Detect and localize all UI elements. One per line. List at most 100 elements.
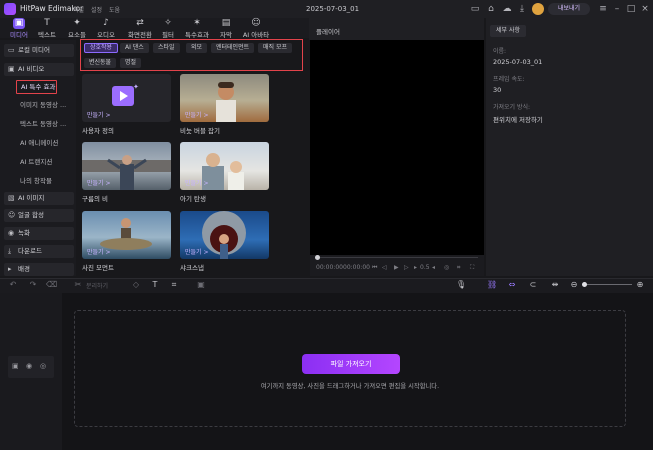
category-chip[interactable]: 상호작용 <box>84 43 119 53</box>
zoom-in-icon[interactable]: ⊕ <box>635 280 645 290</box>
mic-icon[interactable]: 🎙 <box>456 280 466 290</box>
undo-icon[interactable]: ↶ <box>8 280 18 290</box>
marker-icon[interactable]: ◇ <box>131 280 141 290</box>
feedback-icon[interactable]: ▭ <box>469 3 481 15</box>
crop-icon[interactable]: ⌗ <box>457 264 460 272</box>
zoom-out-icon[interactable]: ⊖ <box>569 280 579 290</box>
prev-frame-icon[interactable]: ⏮ <box>372 264 377 272</box>
tab-audio[interactable]: ♪ 오디오 <box>91 18 121 39</box>
snapshot-icon[interactable]: ◎ <box>444 264 449 271</box>
category-chip[interactable]: 엔터테인먼트 <box>211 43 255 53</box>
name-label: 이름: <box>493 48 507 55</box>
split-label[interactable]: 분리하기 <box>86 281 108 290</box>
snap-icon[interactable]: ⇔ <box>507 280 517 290</box>
effect-card-title: 사용자 정의 <box>82 127 114 135</box>
sidebar-item-ai-image[interactable]: ▧ AI 이미지 <box>4 192 74 205</box>
menu-help[interactable]: 도움 <box>109 5 120 14</box>
sidebar-sub-ai-effects[interactable]: AI 특수 효과 <box>16 80 57 94</box>
effect-card-title: 구름의 비 <box>82 195 108 203</box>
menu-settings[interactable]: 설정 <box>91 5 102 14</box>
effect-card-bubble[interactable]: 만들기 > <box>180 74 269 122</box>
export-button[interactable]: 내보내기 <box>548 3 590 15</box>
redo-icon[interactable]: ↷ <box>28 280 38 290</box>
text-icon: T <box>44 18 50 28</box>
effect-card-custom[interactable]: ✦ 만들기 > <box>82 74 171 122</box>
category-chip[interactable]: 명절 <box>120 58 142 68</box>
tab-ai-avatar[interactable]: ☺ AI 아바타 <box>238 18 274 39</box>
effect-card-cloud-rain[interactable]: 만들기 > <box>82 142 171 190</box>
speed-value[interactable]: 0.5 <box>420 264 430 271</box>
category-chip[interactable]: AI 댄스 <box>120 43 149 53</box>
category-chip[interactable]: 변신동물 <box>84 58 117 68</box>
folder-icon: ▭ <box>8 46 15 54</box>
text-tool-icon[interactable]: T <box>150 280 160 290</box>
document-title: 2025-07-03_01 <box>306 5 360 13</box>
menu-file[interactable]: 파일 <box>73 5 84 14</box>
cloud-icon[interactable]: ☁ <box>501 3 513 15</box>
sidebar-item-ai-video[interactable]: ▣ AI 비디오 <box>4 63 74 76</box>
crop-tool-icon[interactable]: ⌗ <box>169 280 179 290</box>
minimize-icon[interactable]: – <box>611 3 623 15</box>
magnet-icon[interactable]: ⊂ <box>528 280 538 290</box>
play-icon[interactable]: ▶ <box>394 264 399 271</box>
gift-icon[interactable]: ⌂ <box>485 3 497 15</box>
sidebar-item-face-swap[interactable]: ☺ 얼굴 합성 <box>4 209 74 222</box>
sidebar-sub-my-creations[interactable]: 나의 창작물 <box>16 175 52 188</box>
maximize-icon[interactable]: □ <box>625 3 637 15</box>
sidebar-item-download[interactable]: ⤓ 다운로드 <box>4 245 74 258</box>
record-icon: ◉ <box>8 229 15 237</box>
player-title: 플레이어 <box>316 28 340 36</box>
zoom-slider-handle[interactable] <box>582 282 587 287</box>
download-icon[interactable]: ⤓ <box>516 3 528 15</box>
speed-icon[interactable]: ▸ <box>414 264 417 271</box>
fit-icon[interactable]: ⇹ <box>550 280 560 290</box>
sidebar-sub-image-video[interactable]: 이미지 동영상 ... <box>16 99 66 112</box>
tab-text[interactable]: T 텍스트 <box>32 18 62 39</box>
playback-progress[interactable] <box>318 257 478 258</box>
sidebar-item-record[interactable]: ◉ 녹화 <box>4 227 74 240</box>
tab-media[interactable]: ▣ 미디어 <box>4 18 34 39</box>
sidebar-sub-text-video[interactable]: 텍스트 동영상 ... <box>16 118 66 131</box>
sidebar-item-local-media[interactable]: ▭ 로컬 미디어 <box>4 44 74 57</box>
tab-details[interactable]: 세부 사항 <box>490 25 526 37</box>
track-video-icon[interactable]: ▣ <box>12 362 19 370</box>
track-visibility-icon[interactable]: ◎ <box>40 362 46 370</box>
sidebar-sub-ai-transition[interactable]: AI 트랜지션 <box>16 156 52 169</box>
effect-card-shark-snap[interactable]: 만들기 > <box>180 211 269 259</box>
chevron-right-icon: ▸ <box>8 265 12 273</box>
link-icon[interactable]: ⛓ <box>487 280 497 290</box>
drop-hint: 여기까지 동영상, 사진을 드래그하거나 가져오면 편집을 시작합니다. <box>260 383 440 390</box>
tab-effects[interactable]: ✶ 특수효과 <box>179 18 215 39</box>
import-file-button[interactable]: 파일 가져오기 <box>302 354 400 374</box>
rewind-icon[interactable]: ◁ <box>382 264 387 271</box>
delete-icon[interactable]: ⌫ <box>46 280 57 290</box>
avatar-icon: ☺ <box>251 18 261 28</box>
playhead-handle[interactable] <box>315 255 320 260</box>
sidebar-sub-ai-animation[interactable]: AI 애니메이션 <box>16 137 58 150</box>
user-avatar[interactable] <box>532 3 544 15</box>
category-chip[interactable]: 스타일 <box>153 43 180 53</box>
category-chip[interactable]: 외모 <box>186 43 208 53</box>
effect-card-title: 사진 모먼트 <box>82 264 114 272</box>
ai-video-icon: ▣ <box>8 65 15 73</box>
fullscreen-icon[interactable]: ⛶ <box>470 264 474 272</box>
track-lock-icon[interactable]: ◉ <box>26 362 32 370</box>
sidebar-item-background[interactable]: ▸ 배경 <box>4 263 74 276</box>
next-frame-icon[interactable]: ▷ <box>404 264 409 271</box>
split-icon[interactable]: ✂ <box>73 280 83 290</box>
effect-card-baby-birth[interactable]: 만들기 > <box>180 142 269 190</box>
freeze-icon[interactable]: ▣ <box>196 280 206 290</box>
close-icon[interactable]: × <box>639 3 651 15</box>
category-chip[interactable]: 매직 모프 <box>258 43 292 53</box>
effect-card-photo-moment[interactable]: 만들기 > <box>82 211 171 259</box>
subtitle-icon: ▤ <box>221 18 231 28</box>
tab-elements[interactable]: ✦ 요소들 <box>62 18 92 39</box>
tab-subtitle[interactable]: ▤ 자막 <box>211 18 241 39</box>
volume-icon[interactable]: ◂ <box>432 264 435 271</box>
menu-icon[interactable]: ≡ <box>597 3 609 15</box>
time-current: 00:00:00 <box>316 264 343 271</box>
fps-value: 30 <box>493 86 502 94</box>
zoom-slider[interactable] <box>582 284 632 285</box>
media-icon: ▣ <box>13 18 25 29</box>
player-viewport[interactable] <box>310 40 484 255</box>
